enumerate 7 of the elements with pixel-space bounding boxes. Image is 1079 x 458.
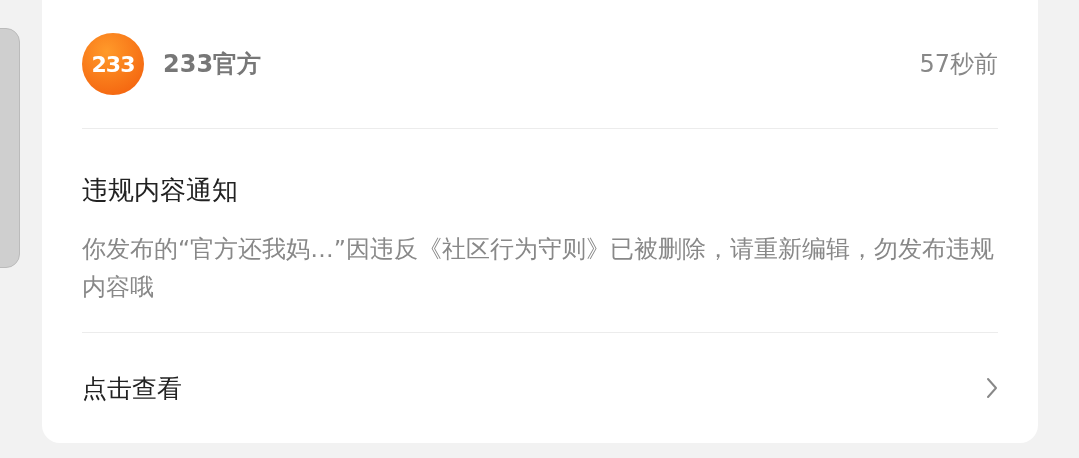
timestamp: 57秒前 bbox=[919, 49, 998, 80]
logo: 233 bbox=[82, 33, 144, 95]
notice-title: 违规内容通知 bbox=[82, 174, 239, 207]
view-link[interactable]: 点击查看 bbox=[82, 333, 998, 443]
chevron-right-icon bbox=[986, 377, 998, 399]
sender-name: 233官方 bbox=[163, 49, 262, 80]
notice-body: 你发布的“官方还我妈…”因违反《社区行为守则》已被删除，请重新编辑，勿发布违规内容哦 bbox=[82, 234, 995, 303]
